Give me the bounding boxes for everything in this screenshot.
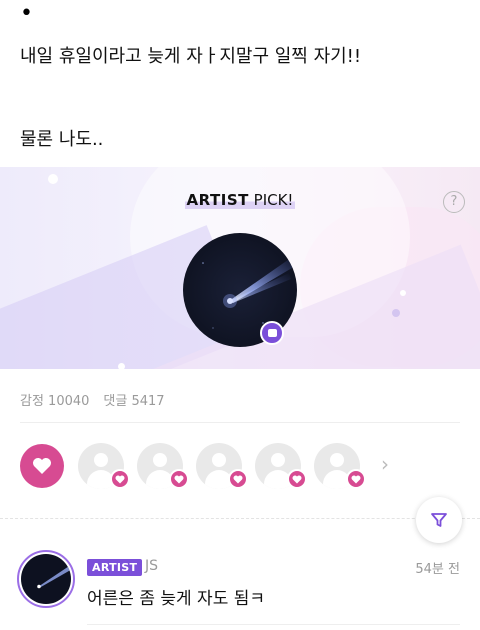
heart-badge-icon	[110, 469, 130, 489]
post-text-line-1: 내일 휴일이라고 늦게 자ㅏ지말구 일찍 자기!!	[20, 46, 362, 67]
banner-dot-decoration	[48, 174, 58, 184]
help-icon[interactable]: ?	[443, 191, 465, 213]
post-stats: 감정 10040 댓글 5417	[20, 390, 165, 409]
banner-glow-decoration	[300, 207, 480, 367]
heart-icon	[33, 458, 51, 474]
comment-text: 어른은 좀 늦게 자도 됨ㅋ	[87, 589, 266, 609]
reaction-row: ›	[0, 440, 480, 500]
chat-badge-icon	[260, 321, 284, 345]
comment-avatar[interactable]	[17, 550, 75, 608]
divider	[87, 624, 460, 625]
artist-pick-title: ARTIST PICK!	[0, 191, 480, 209]
comment-timestamp: 54분 전	[415, 562, 460, 577]
post-text-line-2: 물론 나도..	[20, 129, 104, 150]
banner-dot-decoration	[118, 363, 125, 369]
heart-badge-icon	[346, 469, 366, 489]
artist-pick-title-bold: ARTIST	[186, 191, 249, 209]
divider	[20, 422, 460, 423]
banner-dot-decoration	[392, 309, 400, 317]
banner-dot-decoration	[400, 290, 406, 296]
filter-button[interactable]	[416, 497, 462, 543]
artist-badge: ARTIST	[87, 559, 143, 576]
artist-pick-title-regular: PICK!	[253, 191, 294, 209]
list-bullet: •	[20, 1, 33, 26]
comment-count[interactable]: 댓글 5417	[103, 394, 164, 409]
banner-band-decoration	[126, 244, 480, 369]
emotion-count: 감정 10040	[20, 394, 90, 409]
filter-icon	[431, 513, 447, 527]
comment-item: ARTIST JS 54분 전 어른은 좀 늦게 자도 됨ㅋ	[0, 548, 480, 630]
heart-react-button[interactable]	[20, 444, 64, 488]
chevron-right-icon[interactable]: ›	[381, 452, 389, 476]
heart-badge-icon	[169, 469, 189, 489]
heart-badge-icon	[287, 469, 307, 489]
heart-badge-icon	[228, 469, 248, 489]
section-separator	[0, 518, 480, 519]
comment-author[interactable]: JS	[145, 558, 158, 574]
artist-pick-banner: ARTIST PICK! ?	[0, 167, 480, 369]
